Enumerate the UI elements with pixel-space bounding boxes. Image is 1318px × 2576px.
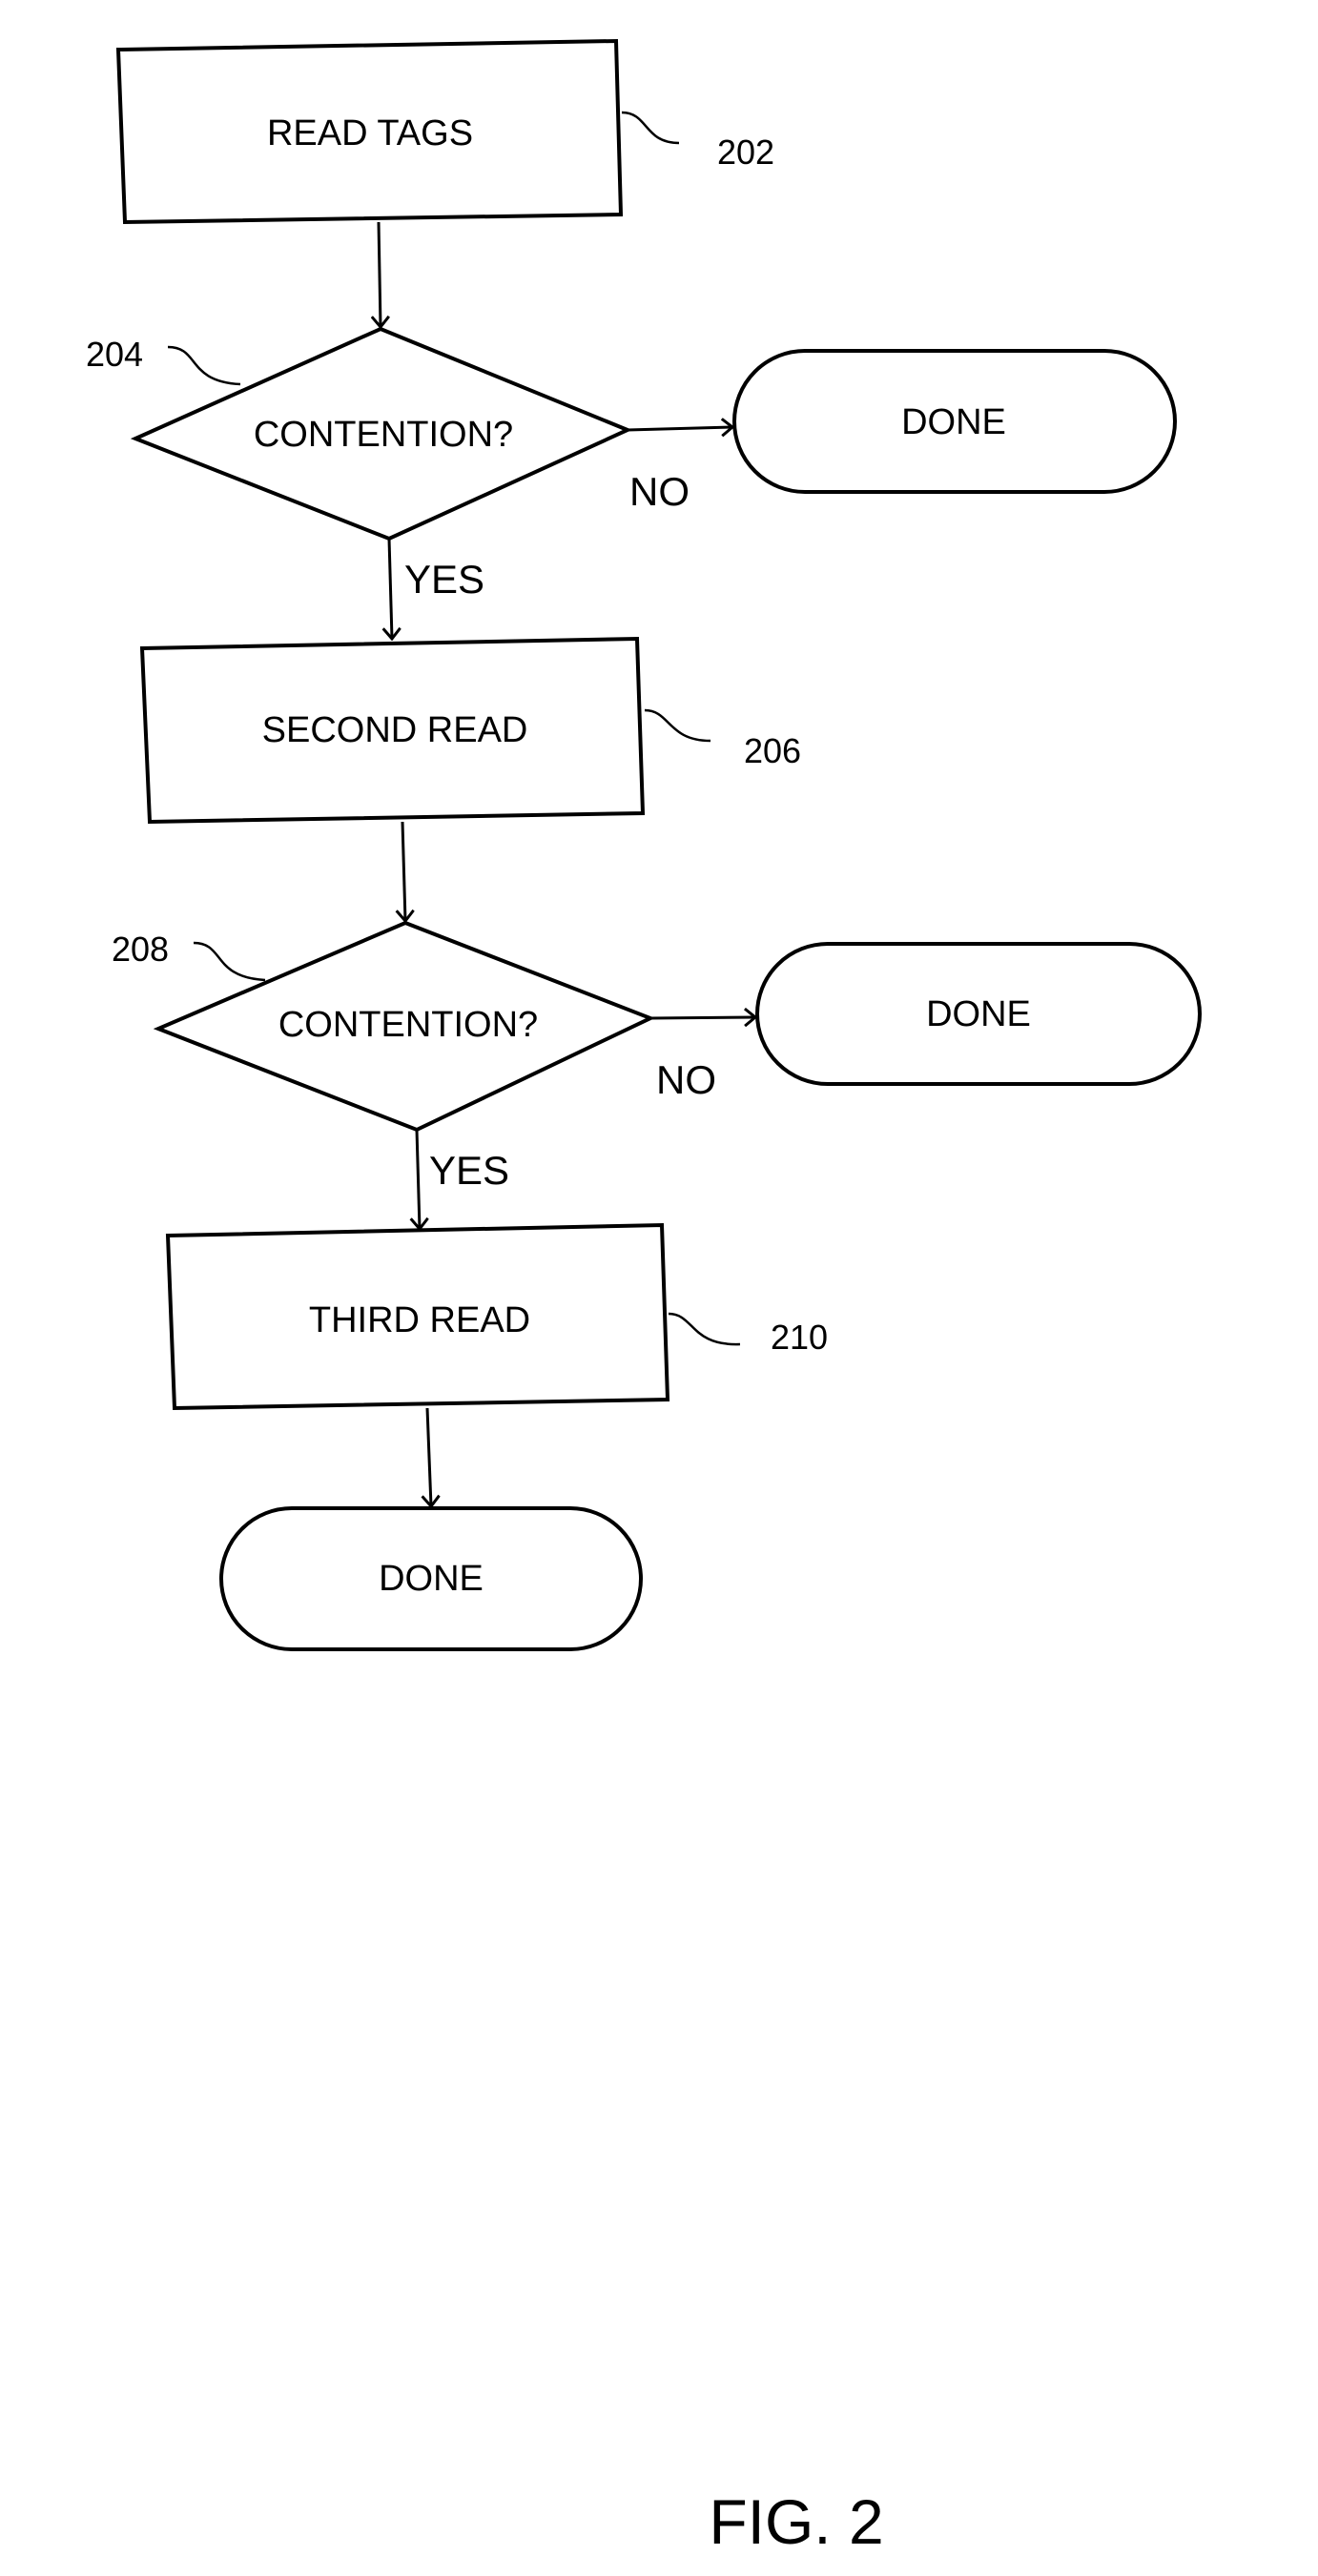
process-second-read: SECOND READ	[139, 636, 646, 825]
ref-204: 204	[86, 335, 143, 374]
terminal-label: DONE	[901, 402, 1006, 442]
flowchart: READ TAGS 202 CONTENTION? 204 NO DONE YE…	[86, 38, 1202, 2557]
arrow-202-204	[379, 221, 381, 327]
leader-line	[621, 111, 680, 145]
terminal-done-3: DONE	[219, 1506, 643, 1651]
leader-line	[193, 941, 266, 982]
terminal-done-1: DONE	[732, 349, 1177, 494]
arrow-206-208	[402, 821, 405, 921]
process-label: READ TAGS	[267, 113, 473, 153]
process-third-read: THIRD READ	[165, 1222, 670, 1411]
edge-label-yes: YES	[429, 1148, 509, 1193]
decision-204: CONTENTION?	[130, 326, 633, 542]
decision-208: CONTENTION?	[153, 920, 656, 1133]
arrow-208-done	[649, 1017, 755, 1018]
terminal-label: DONE	[926, 994, 1031, 1034]
edge-label-no: NO	[629, 469, 690, 514]
process-read-tags: READ TAGS	[115, 38, 624, 225]
edge-label-yes: YES	[404, 557, 484, 602]
ref-210: 210	[771, 1318, 828, 1357]
ref-202: 202	[717, 133, 774, 172]
arrow-204-done	[627, 427, 732, 430]
decision-label: CONTENTION?	[254, 415, 513, 455]
arrow-208-210	[417, 1129, 420, 1229]
ref-208: 208	[112, 930, 169, 969]
terminal-done-2: DONE	[755, 942, 1202, 1086]
leader-line	[668, 1312, 741, 1346]
leader-line	[167, 345, 241, 386]
arrow-210-done	[427, 1407, 431, 1506]
leader-line	[644, 708, 711, 743]
process-label: SECOND READ	[262, 710, 528, 750]
terminal-label: DONE	[379, 1559, 484, 1599]
edge-label-no: NO	[656, 1057, 716, 1102]
ref-206: 206	[744, 731, 801, 770]
process-label: THIRD READ	[309, 1300, 530, 1340]
figure-caption: FIG. 2	[709, 2486, 883, 2557]
arrow-204-206	[389, 538, 392, 639]
decision-label: CONTENTION?	[278, 1005, 538, 1045]
